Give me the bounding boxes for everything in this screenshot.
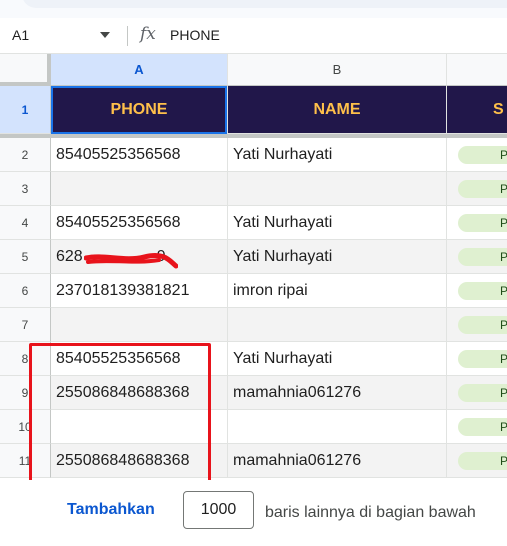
status-chip[interactable]: P xyxy=(458,316,507,334)
status-chip[interactable]: P xyxy=(458,452,507,470)
row-header[interactable]: 11 xyxy=(0,444,51,478)
status-chip[interactable]: P xyxy=(458,350,507,368)
row-header[interactable]: 10 xyxy=(0,410,51,444)
formula-input[interactable]: PHONE xyxy=(170,27,220,43)
status-chip[interactable]: P xyxy=(458,180,507,198)
phone-cell[interactable]: 628 9 xyxy=(51,240,228,274)
fx-icon: fx xyxy=(140,24,156,44)
status-chip[interactable]: P xyxy=(458,248,507,266)
toolbar-pill xyxy=(22,0,507,8)
status-chip[interactable]: P xyxy=(458,282,507,300)
phone-value: 255086848688368 xyxy=(56,451,190,469)
name-cell[interactable]: Yati Nurhayati xyxy=(228,240,447,274)
phone-cell[interactable]: 255086848688368 xyxy=(51,444,228,478)
phone-value: 85405525356568 xyxy=(56,349,181,367)
name-cell[interactable] xyxy=(228,308,447,342)
name-cell[interactable]: Yati Nurhayati xyxy=(228,138,447,172)
phone-value: 85405525356568 xyxy=(56,145,181,163)
row-header[interactable]: 5 xyxy=(0,240,51,274)
status-chip[interactable]: P xyxy=(458,384,507,402)
phone-value: 628 xyxy=(56,247,83,265)
phone-cell[interactable] xyxy=(51,410,228,444)
name-cell[interactable]: mamahnia061276 xyxy=(228,376,447,410)
header-cell-status[interactable]: S xyxy=(447,86,507,134)
phone-cell[interactable]: 85405525356568 xyxy=(51,342,228,376)
name-cell[interactable]: imron ripai xyxy=(228,274,447,308)
row-header-1[interactable]: 1 xyxy=(0,86,51,134)
add-rows-suffix: baris lainnya di bagian bawah xyxy=(265,504,476,521)
phone-value: 255086848688368 xyxy=(56,383,190,401)
phone-cell[interactable]: 237018139381821 xyxy=(51,274,228,308)
name-cell[interactable]: Yati Nurhayati xyxy=(228,206,447,240)
add-rows-footer: Tambahkan baris lainnya di bagian bawah xyxy=(0,480,507,546)
phone-value: 85405525356568 xyxy=(56,213,181,231)
row-header[interactable]: 3 xyxy=(0,172,51,206)
formula-bar: A1 fx PHONE xyxy=(0,18,507,54)
rows-count-input[interactable] xyxy=(183,491,254,529)
header-cell-name[interactable]: NAME xyxy=(228,86,447,134)
column-header-a[interactable]: A xyxy=(51,54,228,86)
divider xyxy=(127,26,128,46)
row-header[interactable]: 6 xyxy=(0,274,51,308)
add-rows-button[interactable]: Tambahkan xyxy=(67,501,155,519)
phone-cell[interactable] xyxy=(51,172,228,206)
name-cell[interactable]: Yati Nurhayati xyxy=(228,342,447,376)
phone-cell[interactable]: 85405525356568 xyxy=(51,206,228,240)
phone-value: 237018139381821 xyxy=(56,281,190,299)
row-header[interactable]: 9 xyxy=(0,376,51,410)
phone-cell[interactable] xyxy=(51,308,228,342)
select-all-corner[interactable] xyxy=(0,54,51,86)
header-cell-phone[interactable]: PHONE xyxy=(51,86,228,134)
name-cell[interactable]: mamahnia061276 xyxy=(228,444,447,478)
name-box[interactable]: A1 xyxy=(12,27,29,43)
column-header-b[interactable]: B xyxy=(228,54,447,86)
name-cell[interactable] xyxy=(228,172,447,206)
spreadsheet-grid: A B 1 PHONE NAME S 2 85405525356568 Yati N… xyxy=(0,54,507,480)
status-chip[interactable]: P xyxy=(458,214,507,232)
name-cell[interactable] xyxy=(228,410,447,444)
status-chip[interactable]: P xyxy=(458,418,507,436)
phone-cell[interactable]: 85405525356568 xyxy=(51,138,228,172)
phone-cell[interactable]: 255086848688368 xyxy=(51,376,228,410)
row-header[interactable]: 8 xyxy=(0,342,51,376)
phone-tail: 9 xyxy=(156,247,166,265)
chevron-down-icon[interactable] xyxy=(100,32,110,38)
status-chip[interactable]: P xyxy=(458,146,507,164)
column-header-c[interactable] xyxy=(447,54,507,86)
row-header[interactable]: 7 xyxy=(0,308,51,342)
row-header[interactable]: 2 xyxy=(0,138,51,172)
toolbar-strip xyxy=(0,0,507,18)
row-header[interactable]: 4 xyxy=(0,206,51,240)
